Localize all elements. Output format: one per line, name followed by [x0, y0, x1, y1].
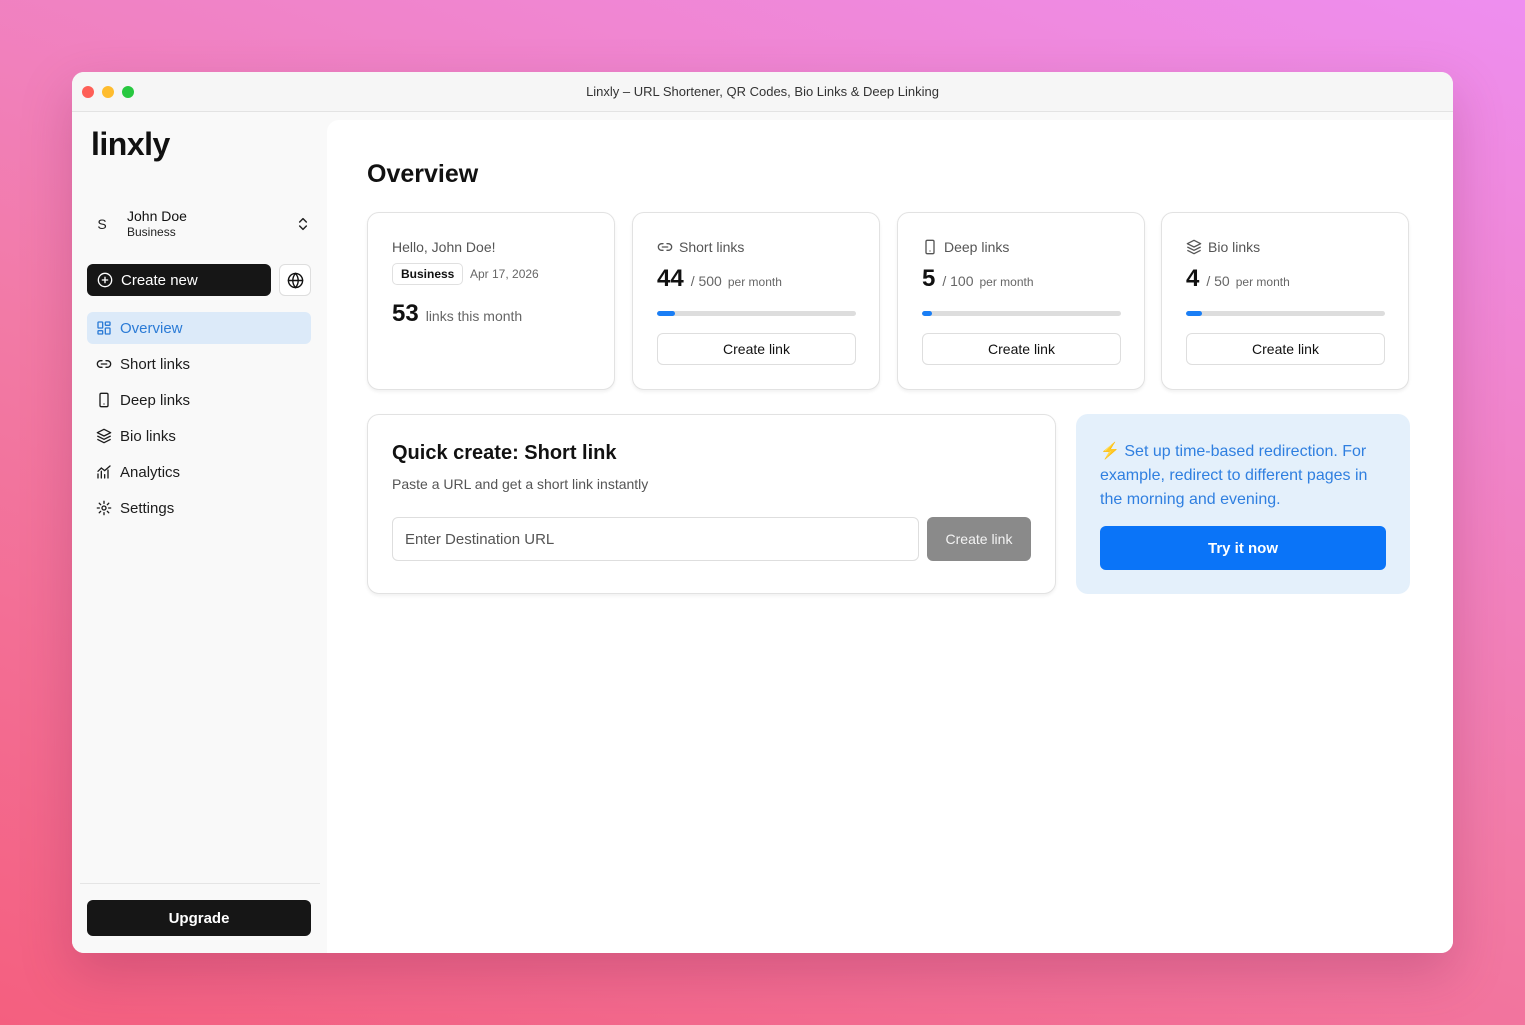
monthly-count-label: links this month [425, 308, 523, 324]
language-button[interactable] [279, 264, 311, 296]
quick-create-card: Quick create: Short link Paste a URL and… [367, 414, 1056, 594]
stat-used: 4 [1186, 265, 1200, 292]
usage-progress-fill [657, 311, 675, 316]
welcome-card: Hello, John Doe! Business Apr 17, 2026 5… [367, 212, 615, 390]
stat-period: per month [1235, 275, 1290, 289]
upgrade-button[interactable]: Upgrade [87, 900, 311, 936]
account-plan: Business [127, 225, 176, 239]
chart-line-icon [97, 465, 111, 479]
avatar: S [97, 216, 107, 232]
sidebar-item-settings[interactable]: Settings [87, 492, 311, 524]
link-icon [96, 360, 112, 368]
plan-badge: Business [392, 263, 464, 285]
sidebar-item-overview[interactable]: Overview [87, 312, 311, 344]
sidebar-item-bio-links[interactable]: Bio links [87, 420, 311, 452]
create-bio-link-button[interactable]: Create link [1186, 333, 1385, 365]
quick-create-title: Quick create: Short link [392, 442, 617, 464]
account-name: John Doe [127, 208, 187, 224]
stat-period: per month [979, 275, 1034, 289]
stat-title: Short links [679, 239, 745, 255]
page-title: Overview [367, 160, 479, 188]
stat-limit: / 500 [690, 273, 722, 289]
create-deep-link-button[interactable]: Create link [922, 333, 1121, 365]
layout-grid-icon [97, 321, 111, 335]
chevrons-up-down-icon [298, 217, 308, 231]
sidebar-item-label: Bio links [120, 427, 176, 445]
usage-progress-bar [1186, 311, 1385, 316]
main-content: Overview Hello, John Doe! Business Apr 1… [327, 120, 1453, 953]
stat-used: 44 [657, 265, 684, 292]
stat-title: Deep links [944, 239, 1010, 255]
sidebar-item-label: Settings [120, 499, 175, 517]
globe-icon [287, 271, 303, 289]
sidebar-nav: Overview Short links Deep links Bio link… [87, 312, 311, 528]
sidebar-item-label: Deep links [120, 391, 191, 409]
title-bar: Linxly – URL Shortener, QR Codes, Bio Li… [72, 72, 1453, 112]
gear-icon [96, 500, 112, 516]
sidebar-item-label: Analytics [120, 463, 181, 481]
sidebar-divider [80, 883, 320, 884]
deep-links-card: Deep links 5 / 100 per month Create link [897, 212, 1145, 390]
stat-limit: / 100 [942, 273, 974, 289]
usage-progress-fill [922, 311, 932, 316]
promo-text: ⚡ Set up time-based redirection. For exa… [1100, 443, 1368, 508]
create-new-button[interactable]: Create new [87, 264, 271, 296]
current-date: Apr 17, 2026 [470, 267, 539, 281]
stat-limit: / 50 [1206, 273, 1230, 289]
sidebar-item-short-links[interactable]: Short links [87, 348, 311, 380]
app-window: Linxly – URL Shortener, QR Codes, Bio Li… [72, 72, 1453, 953]
promo-card: ⚡ Set up time-based redirection. For exa… [1076, 414, 1410, 594]
smartphone-icon [925, 239, 935, 255]
usage-progress-bar [657, 311, 856, 316]
create-new-label: Create new [121, 271, 198, 289]
layers-icon [1186, 239, 1202, 255]
usage-progress-fill [1186, 311, 1202, 316]
sidebar-item-label: Overview [120, 319, 183, 337]
layers-icon [96, 428, 112, 444]
bio-links-card: Bio links 4 / 50 per month Create link [1161, 212, 1409, 390]
stat-period: per month [727, 275, 782, 289]
usage-progress-bar [922, 311, 1121, 316]
sidebar-item-analytics[interactable]: Analytics [87, 456, 311, 488]
sidebar-item-label: Short links [120, 355, 191, 373]
app-logo[interactable]: linxly [91, 126, 170, 163]
window-title: Linxly – URL Shortener, QR Codes, Bio Li… [586, 84, 939, 99]
monthly-count-value: 53 [392, 300, 419, 327]
monthly-count: 53 links this month [392, 300, 522, 328]
stat-used: 5 [922, 265, 936, 292]
link-icon [657, 243, 673, 251]
try-it-now-button[interactable]: Try it now [1100, 526, 1386, 570]
quick-create-subtitle: Paste a URL and get a short link instant… [392, 476, 649, 492]
create-short-link-button[interactable]: Create link [657, 333, 856, 365]
stat-title: Bio links [1208, 239, 1261, 255]
greeting: Hello, John Doe! [392, 239, 496, 255]
short-links-card: Short links 44 / 500 per month Create li… [632, 212, 880, 390]
smartphone-icon [99, 392, 109, 408]
account-switcher[interactable]: S John Doe Business [87, 204, 311, 244]
sidebar: linxly S John Doe Business Create new Ov… [72, 112, 326, 953]
plus-circle-icon [97, 272, 113, 288]
destination-url-input[interactable] [392, 517, 919, 561]
sidebar-item-deep-links[interactable]: Deep links [87, 384, 311, 416]
quick-create-link-button[interactable]: Create link [927, 517, 1031, 561]
